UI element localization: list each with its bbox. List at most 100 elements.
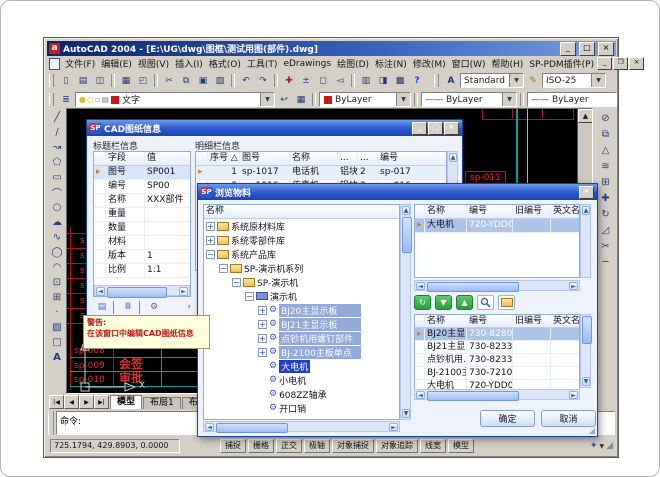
engname-column-header[interactable]: 英文名称 xyxy=(551,205,579,218)
polar-toggle[interactable]: 极轴 xyxy=(304,439,330,453)
expand-icon[interactable]: + xyxy=(206,236,215,245)
chevron-down-icon[interactable]: ▼ xyxy=(502,93,516,106)
communication-center-icon[interactable]: ✦ xyxy=(590,441,598,451)
selected-table-hscrollbar[interactable]: ◄ ► xyxy=(414,280,580,291)
layer-manager-icon[interactable]: ≣ xyxy=(58,92,74,107)
ok-button[interactable]: 确定 xyxy=(480,410,535,427)
redo-icon[interactable]: ↷ xyxy=(255,73,271,88)
lineweight-combo[interactable]: —— ByLayer xyxy=(527,92,617,107)
bom-vscrollbar[interactable]: ▼ xyxy=(580,314,591,388)
color-combo[interactable]: ByLayer ▼ xyxy=(319,92,411,107)
ellipsis-column-header[interactable]: ... xyxy=(358,152,378,165)
tab-nav-last[interactable]: ▶| xyxy=(94,395,109,409)
menu-view[interactable]: 视图(V) xyxy=(135,57,172,70)
search-icon[interactable] xyxy=(477,295,494,310)
tree-item-label[interactable]: SP-演示机系列 xyxy=(244,262,303,275)
menu-dimension[interactable]: 标注(N) xyxy=(372,57,410,70)
tree-item[interactable]: ⚙608ZZ轴承 xyxy=(258,387,327,401)
save-icon[interactable]: ◫ xyxy=(92,73,108,88)
snap-toggle[interactable]: 捕捉 xyxy=(220,439,246,453)
scroll-up-icon[interactable]: ▲ xyxy=(578,109,593,123)
offset-icon[interactable]: ≋ xyxy=(597,159,614,173)
chevron-down-icon[interactable]: ▼ xyxy=(591,74,605,87)
copy-object-icon[interactable]: ⧉ xyxy=(597,127,614,141)
value-cell[interactable] xyxy=(145,222,190,235)
expand-icon[interactable]: + xyxy=(258,306,267,315)
bom-hscrollbar[interactable]: ◄ ► xyxy=(414,389,580,400)
value-cell[interactable]: XXX部件 xyxy=(145,194,190,207)
tree-item-label[interactable]: 608ZZ轴承 xyxy=(279,388,327,401)
toolbar-grip[interactable] xyxy=(49,74,54,87)
close-button[interactable]: × xyxy=(598,42,614,56)
tree-item[interactable]: −SP-演示机系列 xyxy=(219,261,303,275)
help-icon[interactable]: ? xyxy=(409,73,425,88)
scrollbar-thumb[interactable] xyxy=(402,217,412,253)
chevron-down-icon[interactable]: ▼ xyxy=(509,74,523,87)
scale-icon[interactable]: ◿ xyxy=(597,223,614,237)
dialog-minimize-button[interactable]: _ xyxy=(412,122,427,135)
scroll-right-icon[interactable]: ► xyxy=(179,287,188,296)
scrollbar-thumb[interactable] xyxy=(427,282,519,292)
oldcode-column-header[interactable]: 旧编号 xyxy=(513,315,551,327)
menu-insert[interactable]: 插入(I) xyxy=(172,57,206,70)
scrollbar-thumb[interactable] xyxy=(427,391,519,401)
code-column-header[interactable]: 编号 xyxy=(467,205,513,218)
tree-item-label[interactable]: 开口销 xyxy=(279,402,306,415)
scroll-up-icon[interactable]: ▲ xyxy=(449,153,457,162)
table-row[interactable]: ▸ 图号 SP001 xyxy=(94,166,190,180)
insert-block-icon[interactable]: ⊡ xyxy=(49,275,66,289)
table-row[interactable]: 版本 1 xyxy=(94,250,190,264)
layer-freeze-icon[interactable]: ○ xyxy=(87,95,94,104)
status-menu-icon[interactable]: ▼ xyxy=(599,443,604,450)
polygon-icon[interactable]: ⬠ xyxy=(49,155,66,169)
layer-previous-icon[interactable]: ↩ xyxy=(276,92,292,107)
layer-lock-icon[interactable]: ▫ xyxy=(95,95,100,104)
tree-item-label[interactable]: 系统零部件库 xyxy=(231,234,285,247)
cut-icon[interactable]: ✂ xyxy=(161,73,177,88)
dialog-close-button[interactable]: × xyxy=(444,122,459,135)
menu-edit[interactable]: 编辑(E) xyxy=(98,57,135,70)
tree-item[interactable]: ⚙小电机 xyxy=(258,373,306,387)
value-column-header[interactable]: 值 xyxy=(145,152,190,165)
scroll-down-icon[interactable]: ▼ xyxy=(402,409,410,418)
model-toggle[interactable]: 模型 xyxy=(448,439,474,453)
open-icon[interactable]: ▤ xyxy=(75,73,91,88)
collapse-icon[interactable]: − xyxy=(245,292,254,301)
name-column-header[interactable]: 名称 xyxy=(425,315,467,327)
menu-draw[interactable]: 绘图(D) xyxy=(334,57,372,70)
table-row[interactable]: 比例 1:1 xyxy=(94,264,190,278)
drawingno-column-header[interactable]: 图号 xyxy=(240,152,290,165)
scroll-left-icon[interactable]: ◄ xyxy=(96,287,105,296)
doc-minimize-button[interactable]: _ xyxy=(597,57,612,70)
scroll-right-icon[interactable]: ► xyxy=(569,282,578,290)
tab-layout1[interactable]: 布局1 xyxy=(143,397,181,409)
tab-model[interactable]: 模型 xyxy=(110,395,142,409)
tree-item[interactable]: ⚙开口销 xyxy=(258,401,306,415)
tree-vscrollbar[interactable]: ▲ ▼ xyxy=(400,204,411,420)
pan-icon[interactable]: ✚ xyxy=(281,73,297,88)
tree-item-label[interactable]: 系统原材料库 xyxy=(231,220,285,233)
scrollbar-thumb[interactable] xyxy=(107,287,167,298)
menu-tools[interactable]: 工具(T) xyxy=(244,57,281,70)
tree-item-selected[interactable]: ⚙大电机 xyxy=(258,359,310,373)
menu-help[interactable]: 帮助(H) xyxy=(489,57,527,70)
value-cell[interactable]: SP001 xyxy=(145,166,190,179)
table-row[interactable]: 数量 xyxy=(94,222,190,236)
scroll-left-icon[interactable]: ◄ xyxy=(416,282,425,290)
osnap-toggle[interactable]: 对象捕捉 xyxy=(332,439,374,453)
arc-icon[interactable]: ⌒ xyxy=(49,185,66,199)
tree-column-header[interactable]: 名称 xyxy=(204,205,399,218)
line-icon[interactable]: ╱ xyxy=(49,110,66,124)
table-row[interactable]: BJ21主显... 730-8233... xyxy=(415,341,579,354)
toolbar-grip[interactable] xyxy=(434,74,439,87)
doc-restore-button[interactable]: ❐ xyxy=(613,57,628,70)
circle-icon[interactable]: ○ xyxy=(49,200,66,214)
dialog-maximize-button[interactable]: □ xyxy=(428,122,443,135)
value-cell[interactable]: SP00 xyxy=(145,180,190,193)
upload-icon[interactable]: ▲ xyxy=(456,295,473,310)
seq-column-header[interactable]: 序号 △ xyxy=(208,152,240,165)
chevron-down-icon[interactable]: ▼ xyxy=(260,93,274,106)
expand-icon[interactable]: + xyxy=(206,222,215,231)
chevron-down-icon[interactable]: ▼ xyxy=(396,93,410,106)
menu-file[interactable]: 文件(F) xyxy=(62,57,98,70)
